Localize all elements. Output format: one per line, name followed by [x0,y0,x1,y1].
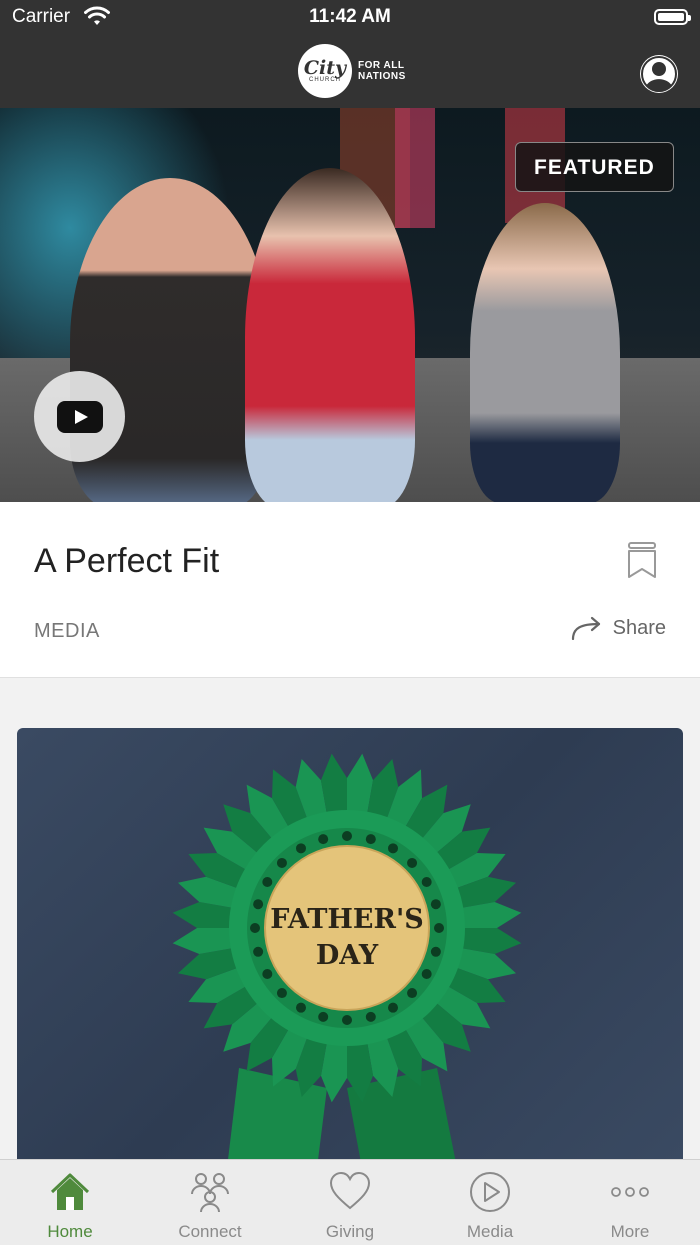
rosette-hole [318,1011,329,1022]
card-category: MEDIA [34,620,100,642]
rosette-hole [365,1011,376,1022]
fathers-day-card-image[interactable]: FATHER'S DAY [17,728,683,1168]
rosette-hole [262,877,273,887]
tab-label: Connect [178,1222,242,1241]
heart-icon [329,1171,371,1210]
status-time: 11:42 AM [309,6,391,27]
rosette-hole [388,1002,398,1013]
stage-backdrop [395,108,435,228]
logo-tagline-line1: FOR ALL [358,60,405,71]
rosette-hole [407,857,418,868]
logo-sub: CHURCH [309,77,341,83]
share-arrow-icon [571,616,600,640]
church-logo[interactable]: City CHURCH FOR ALL NATIONS [298,44,406,98]
card-title[interactable]: A Perfect Fit [34,542,219,581]
tab-label: Home [47,1222,93,1241]
rosette-hole [421,877,432,887]
rosette-hole [276,988,287,999]
rosette-hole [296,843,306,854]
battery-icon [654,9,691,25]
rosette-hole [430,946,441,957]
logo-badge: City CHURCH [298,44,352,98]
logo-wordmark: City [303,57,347,79]
rosette-hole [262,969,273,979]
share-button[interactable]: Share [571,616,666,640]
featured-card-info[interactable]: A Perfect Fit MEDIA Share [0,502,700,678]
tab-giving[interactable]: Giving [280,1160,420,1245]
bottom-tab-bar: Home Connect Giving Media More [0,1159,700,1245]
tab-label: Media [466,1222,514,1241]
tab-label: Giving [325,1222,375,1241]
play-circle-icon [470,1172,510,1212]
rosette-hole [421,969,432,979]
tab-label: More [610,1222,650,1241]
logo-tagline: FOR ALL NATIONS [358,60,406,82]
tab-connect[interactable]: Connect [140,1160,280,1245]
status-bar: Carrier 11:42 AM [0,0,700,36]
rosette-hole [407,988,418,999]
guest-figure [470,203,620,502]
tab-more[interactable]: More [560,1160,700,1245]
rosette-hole [342,831,352,841]
rosette-hole [318,834,329,845]
guest-figure [245,168,415,502]
rosette-hole [253,899,264,910]
header-bar: City CHURCH FOR ALL NATIONS [0,36,700,108]
tab-home[interactable]: Home [0,1160,140,1245]
tab-media[interactable]: Media [420,1160,560,1245]
rosette-hole [253,946,264,957]
rosette-text-line1: FATHER'S [270,904,423,935]
people-icon [191,1173,229,1213]
home-icon [50,1173,90,1210]
rosette-hole [365,834,376,845]
rosette-hole [430,899,441,910]
rosette-hole [276,857,287,868]
rosette-hole [388,843,398,854]
rosette-illustration: FATHER'S DAY [172,753,522,1168]
logo-tagline-line2: NATIONS [358,71,406,82]
share-label: Share [612,616,666,639]
rosette-hole [296,1002,306,1013]
rosette-hole [342,1015,352,1025]
youtube-play-icon[interactable] [34,371,125,462]
bookmark-icon[interactable] [628,542,656,578]
rosette-hole [250,923,260,933]
featured-badge: FEATURED [515,142,674,192]
rosette-text-line2: DAY [316,940,379,971]
person-circle-icon[interactable] [640,55,678,93]
more-dots-icon [611,1187,649,1197]
rosette-hole [434,923,444,933]
